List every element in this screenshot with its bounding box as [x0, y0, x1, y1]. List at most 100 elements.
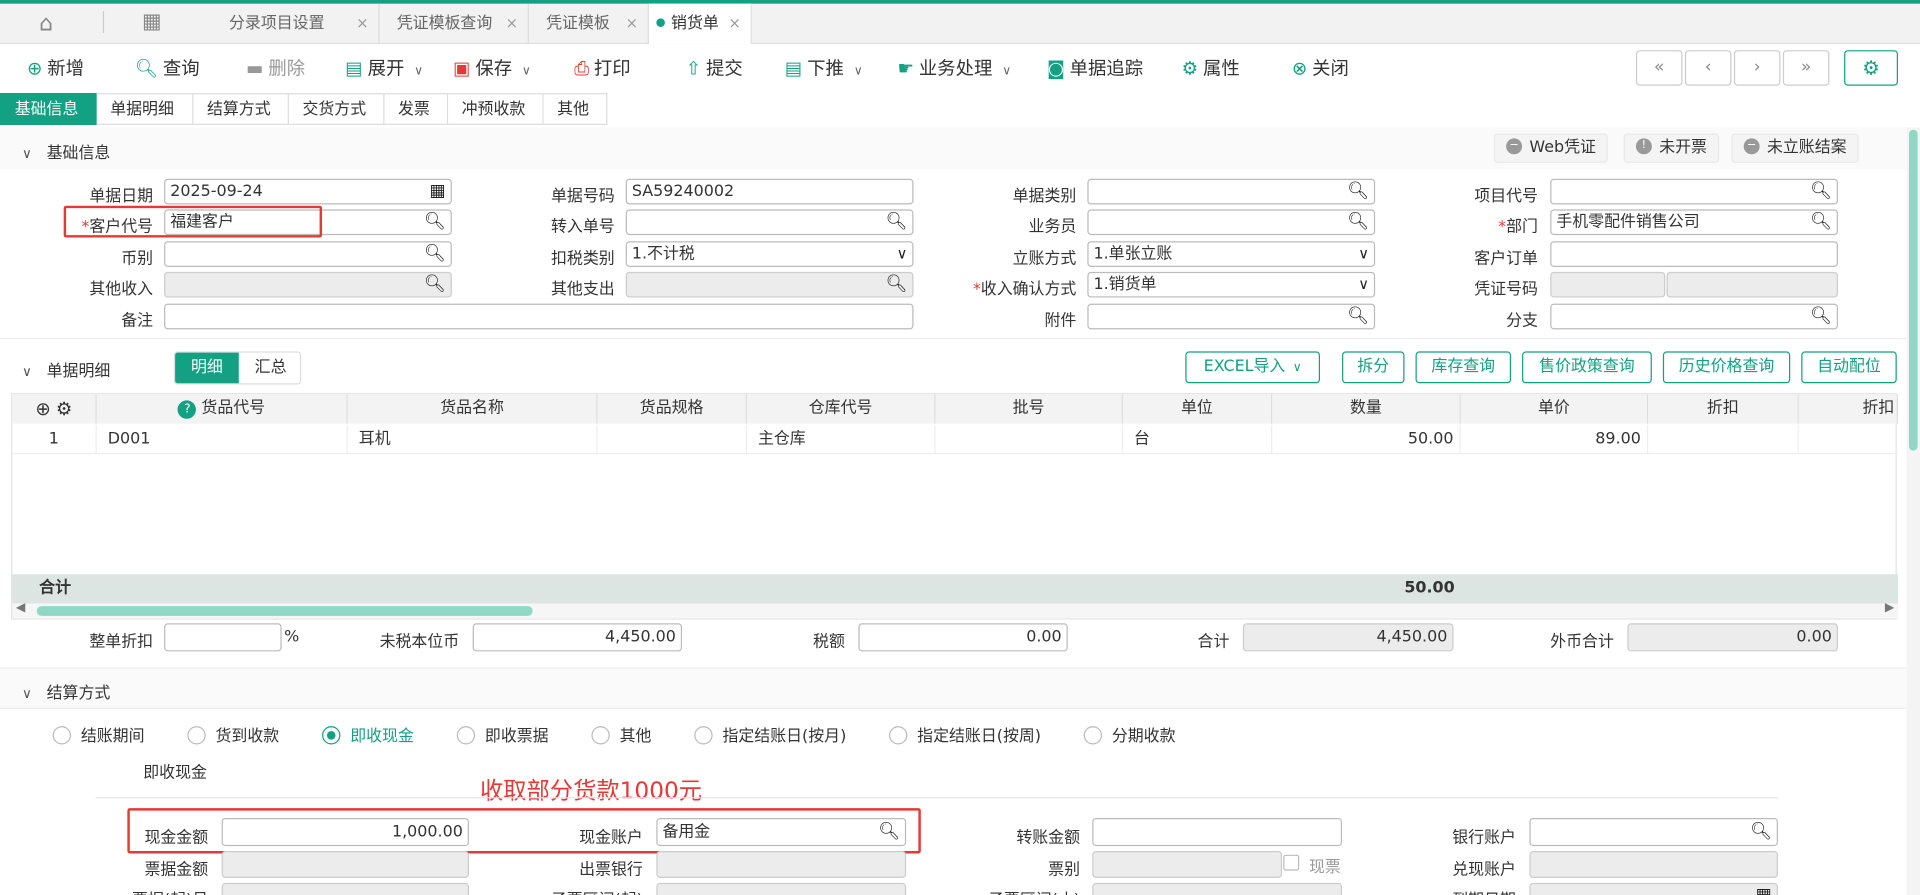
- discount-field[interactable]: [164, 623, 282, 652]
- column-header-price[interactable]: 单价: [1460, 394, 1649, 424]
- voucher-no-field-2[interactable]: [1666, 271, 1838, 298]
- radio-circle[interactable]: [1083, 726, 1103, 745]
- radio-circle[interactable]: [322, 726, 341, 745]
- total-amount-field[interactable]: 4,450.00: [1242, 623, 1454, 652]
- page-scrollbar[interactable]: [1906, 127, 1920, 895]
- voucher-no-field-1[interactable]: [1550, 271, 1666, 298]
- subtab-basic-info[interactable]: 基础信息: [0, 93, 97, 125]
- transfer-no-field[interactable]: 🔍︎: [625, 209, 914, 236]
- customer-order-field[interactable]: [1550, 241, 1838, 267]
- radio-circle[interactable]: [888, 726, 908, 745]
- settlement-section-title[interactable]: ∨ 结算方式: [22, 680, 110, 702]
- cell-price[interactable]: 89.00: [1461, 424, 1649, 455]
- subtab-other[interactable]: 其他: [543, 93, 608, 125]
- search-icon[interactable]: 🔍︎: [1347, 305, 1369, 328]
- cell-name[interactable]: 耳机: [348, 424, 598, 455]
- cell-unit[interactable]: 台: [1123, 424, 1273, 455]
- search-icon[interactable]: 🔍︎: [886, 273, 908, 296]
- search-icon[interactable]: 🔍︎: [1750, 819, 1772, 845]
- scroll-right-icon[interactable]: ▶: [1885, 601, 1894, 614]
- grid-horizontal-scrollbar[interactable]: ◀ ▶: [12, 601, 1898, 619]
- cell-batch[interactable]: [936, 424, 1123, 455]
- detail-section-title[interactable]: ∨ 单据明细: [22, 358, 110, 380]
- subtab-prepaid[interactable]: 冲预收款: [448, 93, 544, 125]
- bill-start-field[interactable]: [221, 882, 469, 895]
- properties-button[interactable]: ⚙ 属性: [1182, 54, 1240, 83]
- not-invoiced-button[interactable]: ! 未开票: [1623, 133, 1720, 163]
- search-icon[interactable]: 🔍︎: [424, 273, 446, 296]
- tab-voucher-template-query[interactable]: 凭证模板查询 ×: [380, 3, 529, 45]
- search-icon[interactable]: 🔍︎: [1810, 305, 1832, 328]
- search-icon[interactable]: 🔍︎: [1810, 180, 1832, 203]
- radio-period[interactable]: 结账期间: [52, 722, 145, 746]
- cell-discount[interactable]: [1648, 424, 1799, 455]
- search-icon[interactable]: 🔍︎: [1810, 211, 1832, 234]
- doc-no-field[interactable]: SA59240002: [625, 178, 914, 205]
- document-trace-button[interactable]: ◙ 单据追踪: [1047, 54, 1143, 83]
- radio-circle[interactable]: [187, 726, 206, 745]
- foreign-total-field[interactable]: 0.00: [1627, 623, 1838, 652]
- calendar-icon[interactable]: ▦: [1756, 884, 1772, 895]
- summary-toggle-button[interactable]: 汇总: [239, 353, 303, 384]
- first-record-button[interactable]: «: [1635, 50, 1683, 86]
- radio-other[interactable]: 其他: [591, 722, 651, 746]
- gear-icon[interactable]: ⚙: [56, 398, 72, 420]
- radio-circle[interactable]: [456, 726, 476, 745]
- untaxed-field[interactable]: 4,450.00: [472, 623, 683, 652]
- home-icon[interactable]: ⌂: [39, 11, 53, 37]
- next-record-button[interactable]: ›: [1733, 50, 1781, 86]
- print-button[interactable]: ⎙ 打印: [574, 54, 630, 83]
- column-header-warehouse[interactable]: 仓库代号: [746, 394, 936, 424]
- basic-info-section-title[interactable]: ∨ 基础信息: [22, 140, 110, 162]
- radio-weekly-date[interactable]: 指定结账日(按周): [888, 722, 1041, 746]
- auto-allocate-button[interactable]: 自动配位: [1801, 351, 1897, 384]
- cell-warehouse[interactable]: 主仓库: [747, 424, 936, 455]
- radio-cash[interactable]: 即收现金: [322, 722, 414, 746]
- grid-apps-icon[interactable]: ▦: [142, 10, 162, 34]
- other-income-field[interactable]: 🔍︎: [164, 271, 452, 298]
- submit-button[interactable]: ⇧ 提交: [686, 54, 743, 83]
- excel-import-button[interactable]: EXCEL导入 ∨: [1185, 351, 1321, 384]
- grid-scroll-thumb[interactable]: [36, 606, 533, 616]
- subtab-invoice[interactable]: 发票: [384, 93, 449, 125]
- radio-circle[interactable]: [591, 726, 610, 745]
- account-method-select[interactable]: 1.单张立账 ∨: [1087, 241, 1376, 267]
- cell-code[interactable]: D001: [97, 424, 348, 455]
- column-header-batch[interactable]: 批号: [935, 394, 1123, 424]
- settings-gear-button[interactable]: ⚙: [1844, 50, 1898, 86]
- table-row[interactable]: 1 D001 耳机 主仓库 台 50.00 89.00: [12, 424, 1898, 455]
- due-date-field[interactable]: ▦: [1529, 882, 1778, 895]
- doc-type-field[interactable]: 🔍︎: [1087, 178, 1376, 205]
- column-header-qty[interactable]: 数量: [1272, 394, 1461, 424]
- subtab-detail[interactable]: 单据明细: [96, 93, 194, 125]
- column-header-unit[interactable]: 单位: [1122, 394, 1273, 424]
- revenue-confirm-select[interactable]: 1.销货单 ∨: [1087, 271, 1376, 298]
- radio-circle[interactable]: [694, 726, 713, 745]
- cash-bill-checkbox[interactable]: [1283, 854, 1300, 871]
- doc-date-field[interactable]: 2025-09-24 ▦: [164, 178, 452, 205]
- remark-field[interactable]: [164, 303, 914, 330]
- scroll-left-icon[interactable]: ◀: [16, 601, 25, 614]
- close-icon[interactable]: ×: [729, 4, 741, 44]
- radio-circle[interactable]: [52, 726, 72, 745]
- radio-installment[interactable]: 分期收款: [1083, 722, 1176, 746]
- other-expense-field[interactable]: 🔍︎: [625, 271, 914, 298]
- radio-monthly-date[interactable]: 指定结账日(按月): [694, 722, 846, 746]
- column-header-discount-2[interactable]: 折扣: [1798, 394, 1898, 424]
- issuing-bank-field[interactable]: [656, 851, 907, 878]
- bank-account-field[interactable]: 🔍︎: [1529, 817, 1778, 847]
- bill-type-field[interactable]: [1092, 851, 1283, 878]
- help-icon[interactable]: ?: [178, 400, 197, 419]
- page-scroll-thumb[interactable]: [1908, 129, 1918, 451]
- add-row-icon[interactable]: ⊕: [35, 398, 50, 420]
- cell-qty[interactable]: 50.00: [1272, 424, 1461, 455]
- push-down-button[interactable]: ▤ 下推 ∨: [785, 54, 863, 83]
- search-icon[interactable]: 🔍︎: [1347, 211, 1369, 234]
- bill-amount-field[interactable]: [221, 851, 469, 878]
- department-field[interactable]: 手机零配件销售公司 🔍︎: [1550, 209, 1838, 236]
- close-icon[interactable]: ×: [356, 4, 368, 44]
- radio-bill[interactable]: 即收票据: [456, 722, 549, 746]
- column-header-code[interactable]: ? 货品代号: [96, 394, 348, 424]
- search-icon[interactable]: 🔍︎: [1347, 180, 1369, 203]
- tax-field[interactable]: 0.00: [858, 623, 1068, 652]
